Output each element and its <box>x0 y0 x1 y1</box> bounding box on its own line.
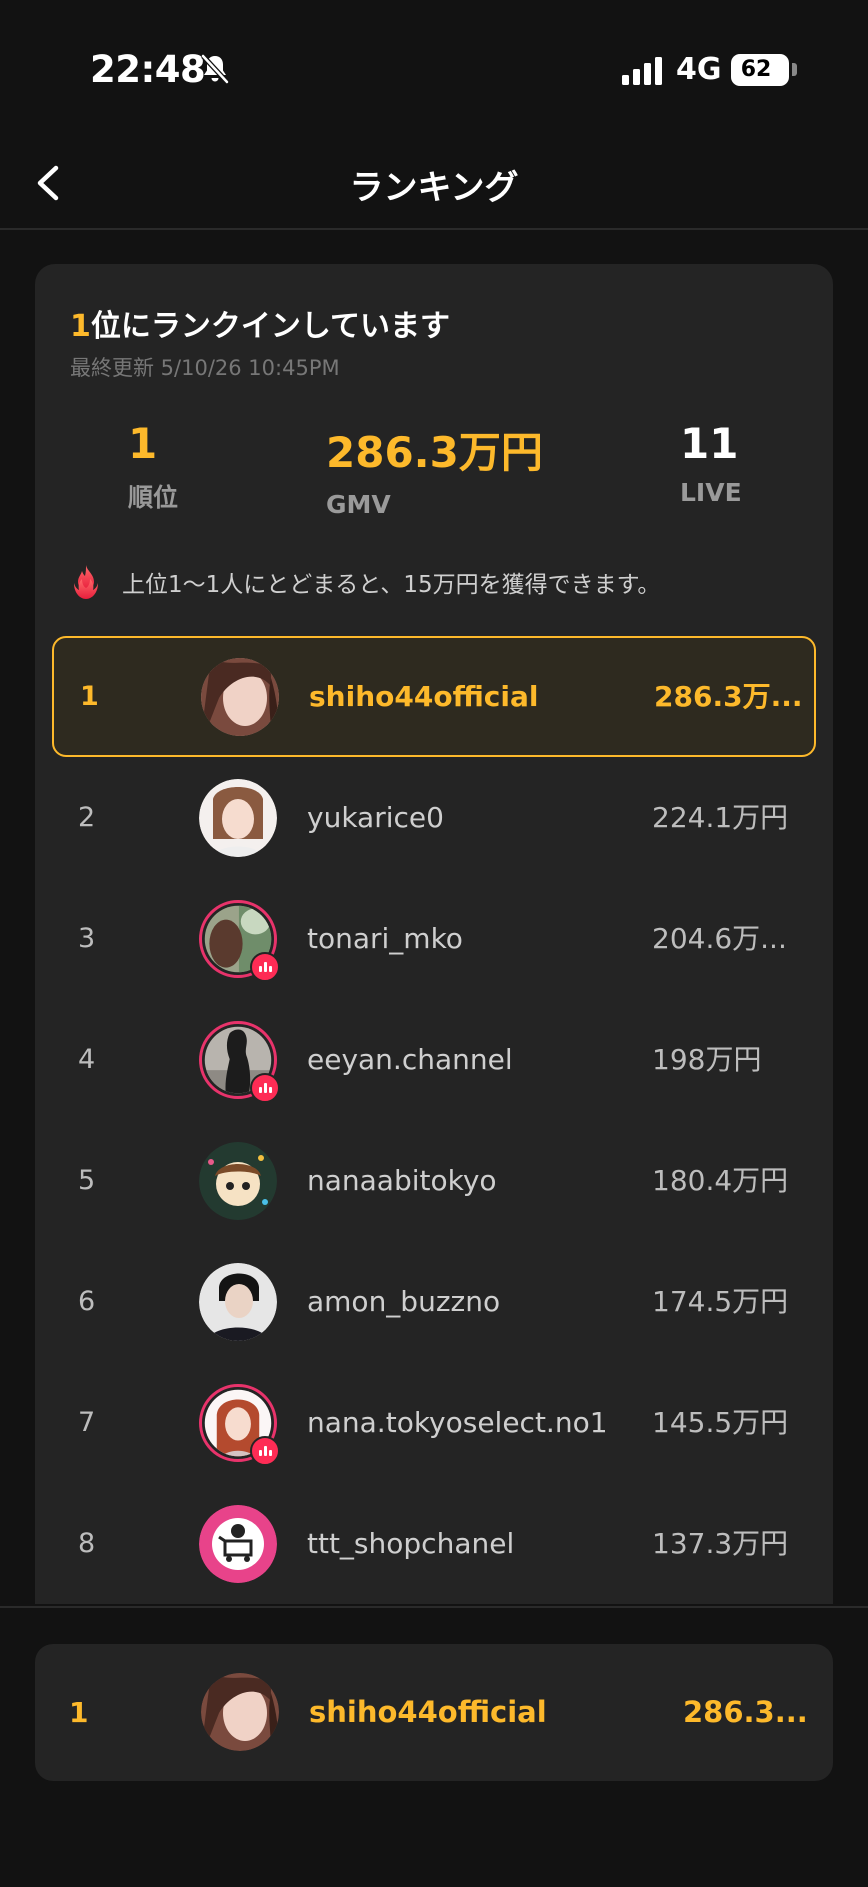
avatar[interactable] <box>201 1673 279 1751</box>
row-username: tonari_mko <box>307 922 463 955</box>
avatar[interactable] <box>199 1263 277 1341</box>
live-badge-icon <box>250 952 280 982</box>
row-username: ttt_shopchanel <box>307 1527 515 1560</box>
row-gmv: 174.5万円 <box>652 1285 789 1318</box>
stat-rank-label: 順位 <box>128 483 179 512</box>
row-gmv: 137.3万円 <box>652 1527 789 1560</box>
avatar[interactable] <box>199 1505 277 1583</box>
avatar[interactable] <box>201 658 279 736</box>
avatar[interactable] <box>199 779 277 857</box>
row-username: nana.tokyoselect.no1 <box>307 1406 608 1439</box>
row-rank: 4 <box>78 1044 96 1075</box>
ranking-row[interactable]: 7 nana.tokyoselect.no1 145.5万円 <box>35 1362 833 1483</box>
ranking-row[interactable]: 3 tonari_mko 204.6万... <box>35 878 833 999</box>
row-gmv: 204.6万... <box>652 922 787 955</box>
row-rank: 3 <box>78 923 96 954</box>
my-rank: 1 <box>69 1696 89 1729</box>
ranking-card: 1位にランクインしています 最終更新 5/10/26 10:45PM 1 順位 … <box>35 264 833 1604</box>
ranking-row[interactable]: 2 yukarice0 224.1万円 <box>35 757 833 878</box>
status-time: 22:48 <box>90 48 206 91</box>
my-username: shiho44official <box>309 1695 547 1729</box>
row-username: yukarice0 <box>307 801 444 834</box>
row-gmv: 145.5万円 <box>652 1406 789 1439</box>
ranking-row[interactable]: 5 nanaabitokyo 180.4万円 <box>35 1120 833 1241</box>
ranking-list: 1 shiho44official 286.3万... 2 yukarice0 … <box>35 636 833 1604</box>
battery-icon: 62 <box>731 54 789 86</box>
row-username: nanaabitokyo <box>307 1164 497 1197</box>
stat-live-value: 11 <box>680 419 739 468</box>
signal-icon <box>622 57 662 85</box>
ranking-row[interactable]: 4 eeyan.channel 198万円 <box>35 999 833 1120</box>
row-rank: 6 <box>78 1286 96 1317</box>
row-rank: 8 <box>78 1528 96 1559</box>
stat-rank: 1 順位 <box>128 419 178 514</box>
row-gmv: 198万円 <box>652 1043 762 1076</box>
rank-headline-text: 位にランクインしています <box>90 309 450 344</box>
ranking-row[interactable]: 6 amon_buzzno 174.5万円 <box>35 1241 833 1362</box>
row-gmv: 180.4万円 <box>652 1164 789 1197</box>
stat-rank-value: 1 <box>128 419 158 468</box>
network-type: 4G <box>676 52 722 87</box>
battery-level: 62 <box>740 57 772 82</box>
live-badge-icon <box>250 1073 280 1103</box>
rank-headline-number: 1 <box>70 309 91 344</box>
battery-nub <box>792 63 797 76</box>
row-gmv: 224.1万円 <box>652 801 789 834</box>
stat-gmv: 286.3万円 GMV <box>326 419 543 519</box>
rank-headline: 1位にランクインしています <box>70 301 450 345</box>
row-rank: 7 <box>78 1407 96 1438</box>
row-username: amon_buzzno <box>307 1285 501 1318</box>
ranking-row-me[interactable]: 1 shiho44official 286.3万... <box>52 636 816 757</box>
my-gmv: 286.3... <box>683 1695 808 1729</box>
ranking-row[interactable]: 8 ttt_shopchanel 137.3万円 <box>35 1483 833 1604</box>
row-username: shiho44official <box>309 680 539 713</box>
avatar[interactable] <box>199 1142 277 1220</box>
stat-live: 11 LIVE <box>680 419 742 507</box>
page-title: ランキング <box>349 168 519 208</box>
status-bar: 22:48 4G 62 <box>0 0 868 140</box>
stat-gmv-value: 286.3万円 <box>326 428 543 477</box>
reward-notice: 上位1〜1人にとどまると、15万円を獲得できます。 <box>70 564 660 600</box>
row-gmv: 286.3万... <box>654 680 803 713</box>
my-rank-bar[interactable]: 1 shiho44official 286.3... <box>35 1644 833 1781</box>
stat-gmv-label: GMV <box>326 490 391 519</box>
row-rank: 2 <box>78 802 96 833</box>
live-badge-icon <box>250 1436 280 1466</box>
divider <box>0 1606 868 1608</box>
last-updated: 最終更新 5/10/26 10:45PM <box>70 356 340 380</box>
nav-bar: ランキング <box>0 140 868 230</box>
reward-notice-text: 上位1〜1人にとどまると、15万円を獲得できます。 <box>122 572 661 598</box>
row-rank: 1 <box>80 681 99 712</box>
stat-live-label: LIVE <box>680 478 742 507</box>
row-rank: 5 <box>78 1165 96 1196</box>
row-username: eeyan.channel <box>307 1043 513 1076</box>
fire-icon <box>74 565 98 599</box>
bell-muted-icon <box>201 54 229 84</box>
